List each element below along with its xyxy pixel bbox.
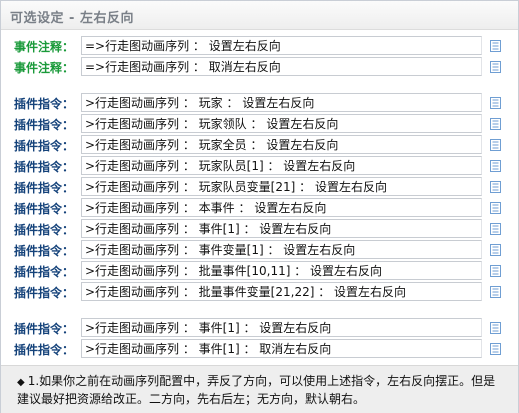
command-row: 插件指令： >行走图动画序列 ： 玩家 ： 设置左右反向 <box>1 93 518 114</box>
options-panel: 可选设定 - 左右反向 事件注释： =>行走图动画序列 ： 设置左右反向 事件注… <box>0 0 519 413</box>
command-label: 插件指令： <box>14 265 75 279</box>
command-text-field[interactable]: >行走图动画序列 ： 批量事件[10,11] ： 设置左右反向 <box>81 261 482 280</box>
command-label: 插件指令： <box>14 181 75 195</box>
copy-icon[interactable] <box>490 244 501 256</box>
command-text-field[interactable]: >行走图动画序列 ： 事件[1] ： 取消左右反向 <box>81 339 482 358</box>
command-text-field[interactable]: >行走图动画序列 ： 玩家领队 ： 设置左右反向 <box>81 114 482 133</box>
command-row: 插件指令： >行走图动画序列 ： 事件[1] ： 取消左右反向 <box>1 339 518 360</box>
note-text: 1.如果你之前在动画序列配置中，弄反了方向，可以使用上述指令，左右反向摆正。但是… <box>17 374 496 406</box>
command-label: 插件指令： <box>14 202 75 216</box>
command-label: 插件指令： <box>14 139 75 153</box>
copy-icon[interactable] <box>490 160 501 172</box>
comment-text-field[interactable]: =>行走图动画序列 ： 设置左右反向 <box>81 36 482 55</box>
comment-row: 事件注释： =>行走图动画序列 ： 取消左右反向 <box>1 57 518 78</box>
command-label: 插件指令： <box>14 160 75 174</box>
note-box: ◆ 1.如果你之前在动画序列配置中，弄反了方向，可以使用上述指令，左右反向摆正。但… <box>1 365 518 413</box>
command-row: 插件指令： >行走图动画序列 ： 玩家领队 ： 设置左右反向 <box>1 114 518 135</box>
command-text-field[interactable]: >行走图动画序列 ： 玩家 ： 设置左右反向 <box>81 93 482 112</box>
command-text-field[interactable]: >行走图动画序列 ： 玩家队员变量[21] ： 设置左右反向 <box>81 177 482 196</box>
command-label: 插件指令： <box>14 343 75 357</box>
command-text-field[interactable]: >行走图动画序列 ： 事件变量[1] ： 设置左右反向 <box>81 240 482 259</box>
command-row: 插件指令： >行走图动画序列 ： 批量事件[10,11] ： 设置左右反向 <box>1 261 518 282</box>
command-text-field[interactable]: >行走图动画序列 ： 玩家全员 ： 设置左右反向 <box>81 135 482 154</box>
note-bullet: ◆ <box>17 377 25 388</box>
command-text-field[interactable]: >行走图动画序列 ： 本事件 ： 设置左右反向 <box>81 198 482 217</box>
copy-icon[interactable] <box>490 181 501 193</box>
command-row: 插件指令： >行走图动画序列 ： 批量事件变量[21,22] ： 设置左右反向 <box>1 282 518 303</box>
copy-icon[interactable] <box>490 322 501 334</box>
comment-label: 事件注释： <box>14 40 75 54</box>
command-row: 插件指令： >行走图动画序列 ： 玩家队员变量[21] ： 设置左右反向 <box>1 177 518 198</box>
command-label: 插件指令： <box>14 118 75 132</box>
command-row: 插件指令： >行走图动画序列 ： 事件变量[1] ： 设置左右反向 <box>1 240 518 261</box>
copy-icon[interactable] <box>490 97 501 109</box>
command-label: 插件指令： <box>14 322 75 336</box>
command-label: 插件指令： <box>14 244 75 258</box>
comment-text-field[interactable]: =>行走图动画序列 ： 取消左右反向 <box>81 57 482 76</box>
copy-icon[interactable] <box>490 61 501 73</box>
command-row: 插件指令： >行走图动画序列 ： 玩家队员[1] ： 设置左右反向 <box>1 156 518 177</box>
copy-icon[interactable] <box>490 343 501 355</box>
command-text-field[interactable]: >行走图动画序列 ： 批量事件变量[21,22] ： 设置左右反向 <box>81 282 482 301</box>
copy-icon[interactable] <box>490 265 501 277</box>
command-label: 插件指令： <box>14 223 75 237</box>
copy-icon[interactable] <box>490 223 501 235</box>
comment-label: 事件注释： <box>14 61 75 75</box>
copy-icon[interactable] <box>490 286 501 298</box>
panel-title: 可选设定 - 左右反向 <box>10 11 134 26</box>
copy-icon[interactable] <box>490 118 501 130</box>
command-text-field[interactable]: >行走图动画序列 ： 事件[1] ： 设置左右反向 <box>81 318 482 337</box>
copy-icon[interactable] <box>490 139 501 151</box>
copy-icon[interactable] <box>490 40 501 52</box>
command-text-field[interactable]: >行走图动画序列 ： 玩家队员[1] ： 设置左右反向 <box>81 156 482 175</box>
comment-row: 事件注释： =>行走图动画序列 ： 设置左右反向 <box>1 36 518 57</box>
command-row: 插件指令： >行走图动画序列 ： 事件[1] ： 设置左右反向 <box>1 318 518 339</box>
command-label: 插件指令： <box>14 97 75 111</box>
command-row: 插件指令： >行走图动画序列 ： 事件[1] ： 设置左右反向 <box>1 219 518 240</box>
command-row: 插件指令： >行走图动画序列 ： 本事件 ： 设置左右反向 <box>1 198 518 219</box>
command-text-field[interactable]: >行走图动画序列 ： 事件[1] ： 设置左右反向 <box>81 219 482 238</box>
note-text-block: ◆ 1.如果你之前在动画序列配置中，弄反了方向，可以使用上述指令，左右反向摆正。但… <box>17 373 507 407</box>
command-label: 插件指令： <box>14 286 75 300</box>
copy-icon[interactable] <box>490 202 501 214</box>
panel-header: 可选设定 - 左右反向 <box>1 1 518 30</box>
command-row: 插件指令： >行走图动画序列 ： 玩家全员 ： 设置左右反向 <box>1 135 518 156</box>
